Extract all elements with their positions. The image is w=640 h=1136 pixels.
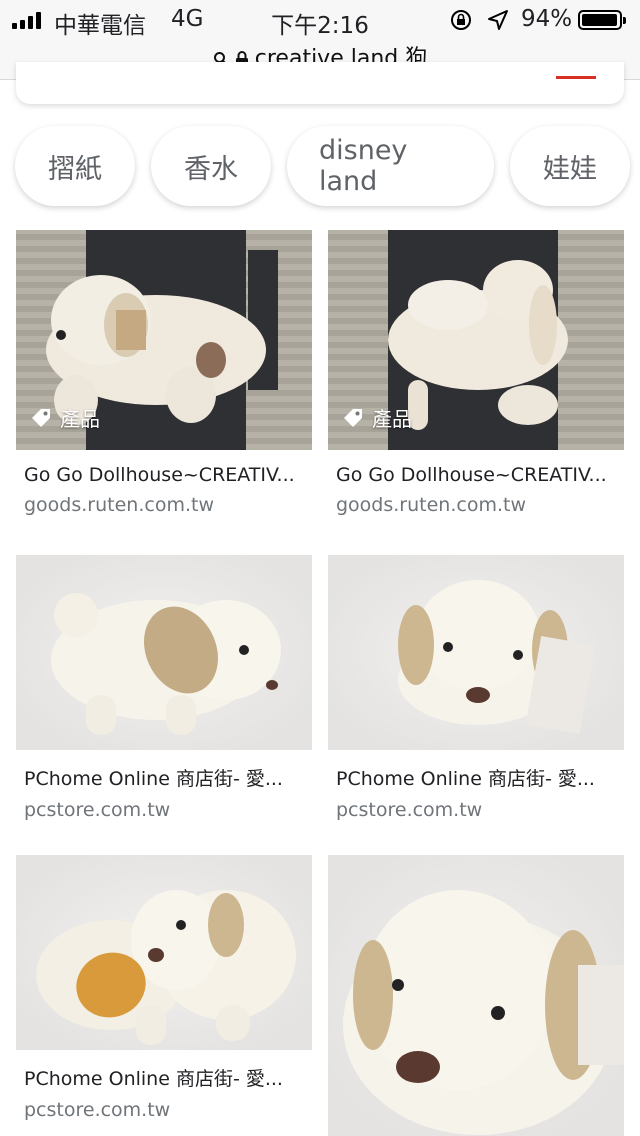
result-title[interactable]: Go Go Dollhouse~CREATIV... — [328, 464, 612, 486]
badge-label: 產品 — [372, 407, 412, 431]
result-image[interactable] — [16, 555, 312, 750]
search-box-accent — [556, 76, 596, 79]
status-bar: 中華電信 4G 下午2:16 94% — [0, 0, 640, 40]
image-result[interactable]: 產品 Go Go Dollhouse~CREATIV... goods.rute… — [16, 230, 312, 516]
rotation-lock-icon — [451, 10, 471, 30]
chip-perfume[interactable]: 香水 — [151, 126, 271, 206]
badge-label: 產品 — [60, 407, 100, 431]
tag-icon — [32, 408, 50, 427]
result-title[interactable]: PChome Online 商店街- 愛... — [16, 764, 300, 791]
result-image[interactable] — [16, 855, 312, 1050]
chip-doll[interactable]: 娃娃 — [510, 126, 630, 206]
search-box[interactable] — [16, 62, 624, 104]
result-title[interactable]: Go Go Dollhouse~CREATIV... — [16, 464, 300, 486]
image-result[interactable]: PChome Online 商店街- 愛... pcstore.com.tw — [16, 555, 312, 821]
image-result[interactable]: PChome Online 商店街- 愛... pcstore.com.tw — [16, 855, 312, 1121]
battery-icon — [578, 10, 626, 30]
result-image[interactable]: 產品 — [328, 230, 624, 450]
battery-percent: 94% — [521, 6, 573, 32]
plush-dog-photo — [51, 593, 281, 735]
plush-dog-photo — [36, 890, 296, 1045]
related-searches: 摺紙 香水 disney land 娃娃 — [15, 126, 630, 206]
result-image[interactable] — [328, 555, 624, 750]
result-domain: goods.ruten.com.tw — [24, 494, 214, 516]
result-domain: pcstore.com.tw — [336, 799, 483, 821]
result-image[interactable] — [328, 855, 624, 1136]
result-domain: pcstore.com.tw — [24, 799, 171, 821]
result-image[interactable]: 產品 — [16, 230, 312, 450]
result-domain: goods.ruten.com.tw — [336, 494, 526, 516]
image-result[interactable]: 產品 Go Go Dollhouse~CREATIV... goods.rute… — [328, 230, 624, 516]
image-result[interactable] — [328, 855, 624, 1136]
result-title[interactable]: PChome Online 商店街- 愛... — [328, 764, 612, 791]
result-title[interactable]: PChome Online 商店街- 愛... — [16, 1064, 300, 1091]
product-badge: 產品 — [342, 403, 412, 432]
plush-dog-photo — [343, 890, 624, 1135]
product-badge: 產品 — [30, 403, 100, 432]
result-domain: pcstore.com.tw — [24, 1099, 171, 1121]
chip-origami[interactable]: 摺紙 — [15, 126, 135, 206]
tag-icon — [344, 408, 362, 427]
chip-disney-land[interactable]: disney land — [287, 126, 494, 206]
plush-dog-photo — [398, 580, 596, 735]
image-result[interactable]: PChome Online 商店街- 愛... pcstore.com.tw — [328, 555, 624, 821]
location-arrow-icon — [488, 10, 508, 30]
